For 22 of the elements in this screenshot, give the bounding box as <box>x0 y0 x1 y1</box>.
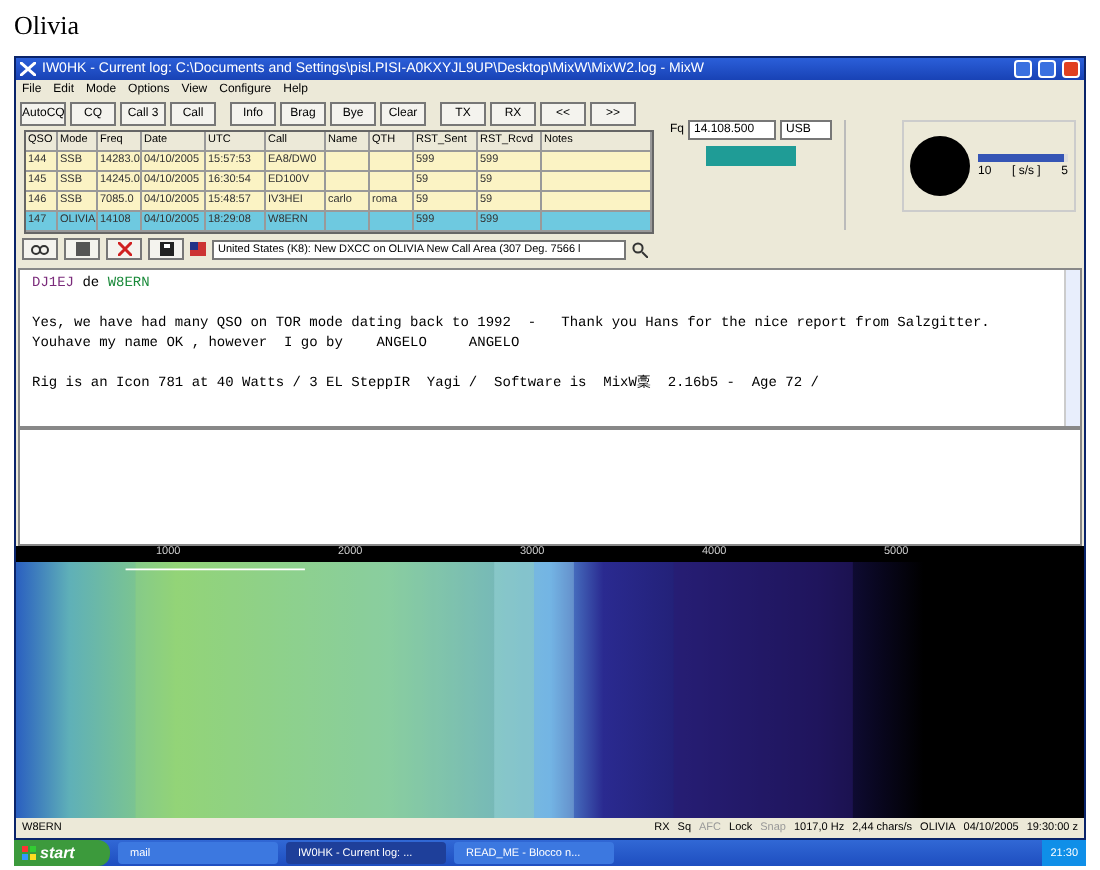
flag-icon <box>190 242 206 256</box>
glasses-icon <box>30 243 50 255</box>
start-button[interactable]: start <box>14 840 110 866</box>
delete-icon <box>117 242 131 256</box>
phase-scope <box>910 136 970 196</box>
save-button[interactable] <box>148 238 184 260</box>
table-cell <box>370 212 414 232</box>
transmit-area[interactable] <box>18 428 1082 546</box>
maximize-button[interactable] <box>1038 60 1056 78</box>
close-button[interactable] <box>1062 60 1080 78</box>
delete-button[interactable] <box>106 238 142 260</box>
minimize-button[interactable] <box>1014 60 1032 78</box>
square-icon <box>75 242 89 256</box>
floppy-icon <box>159 242 173 256</box>
glasses-button[interactable] <box>22 238 58 260</box>
windows-logo <box>22 846 36 860</box>
disk-button[interactable] <box>64 238 100 260</box>
caption: Olivia <box>12 8 81 44</box>
search-icon <box>631 241 648 257</box>
table-cell <box>326 212 370 232</box>
app-icon <box>20 62 36 76</box>
table-cell <box>542 212 652 232</box>
